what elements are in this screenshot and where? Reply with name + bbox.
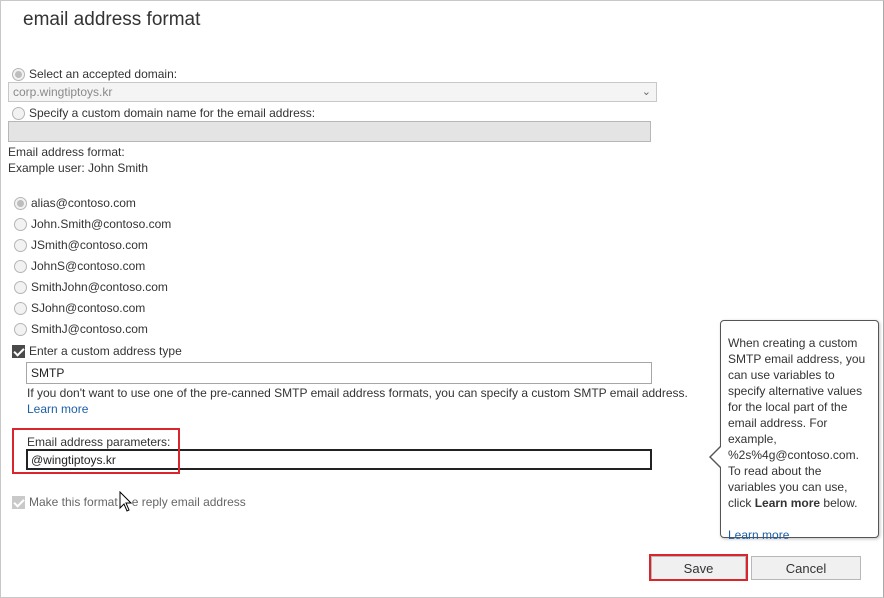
format-option-label: SJohn@contoso.com	[31, 301, 146, 315]
cancel-button[interactable]: Cancel	[751, 556, 861, 580]
accepted-domain-radio[interactable]	[12, 67, 25, 81]
format-radio[interactable]	[14, 238, 27, 252]
format-option[interactable]: alias@contoso.com	[14, 196, 136, 210]
custom-domain-input[interactable]	[8, 121, 651, 142]
learn-more-link[interactable]: Learn more	[27, 402, 88, 416]
format-option-label: John.Smith@contoso.com	[31, 217, 172, 231]
format-option-label: SmithJohn@contoso.com	[31, 280, 168, 294]
format-radio[interactable]	[14, 217, 27, 231]
custom-help-text: If you don't want to use one of the pre-…	[27, 386, 688, 400]
format-option-label: JSmith@contoso.com	[31, 238, 148, 252]
format-radio[interactable]	[14, 196, 27, 210]
callout-bold-text: Learn more	[754, 496, 821, 510]
format-radio[interactable]	[14, 259, 27, 273]
custom-domain-radio[interactable]	[12, 106, 25, 120]
custom-domain-option[interactable]: Specify a custom domain name for the ema…	[12, 106, 315, 120]
format-radio[interactable]	[14, 322, 27, 336]
format-option[interactable]: JSmith@contoso.com	[14, 238, 148, 252]
custom-type-input[interactable]: SMTP	[26, 362, 652, 384]
mouse-cursor-icon	[119, 491, 133, 512]
custom-address-option[interactable]: Enter a custom address type	[12, 344, 182, 358]
format-option[interactable]: SJohn@contoso.com	[14, 301, 145, 315]
format-radio[interactable]	[14, 301, 27, 315]
format-option-label: JohnS@contoso.com	[31, 259, 146, 273]
help-callout: When creating a custom SMTP email addres…	[709, 320, 879, 542]
reply-address-label-start: Make this format	[29, 495, 118, 509]
format-option-label: SmithJ@contoso.com	[31, 322, 148, 336]
chevron-down-icon: ⌄	[641, 86, 651, 98]
format-option[interactable]: SmithJ@contoso.com	[14, 322, 148, 336]
format-option[interactable]: John.Smith@contoso.com	[14, 217, 171, 231]
save-highlight	[649, 554, 748, 581]
accepted-domain-value: corp.wingtiptoys.kr	[13, 85, 113, 99]
example-user: Example user: John Smith	[8, 161, 149, 175]
format-option[interactable]: JohnS@contoso.com	[14, 259, 145, 273]
params-highlight	[12, 428, 180, 474]
format-option[interactable]: SmithJohn@contoso.com	[14, 280, 168, 294]
format-heading: Email address format:	[8, 145, 125, 159]
callout-text: When creating a custom SMTP email addres…	[728, 336, 866, 510]
custom-address-checkbox[interactable]	[12, 344, 25, 358]
accepted-domain-label: Select an accepted domain:	[29, 67, 178, 81]
format-option-label: alias@contoso.com	[31, 196, 136, 210]
callout-text-end: below.	[823, 496, 858, 510]
format-radio[interactable]	[14, 280, 27, 294]
reply-address-label-end: e reply email address	[131, 495, 246, 509]
accepted-domain-option[interactable]: Select an accepted domain:	[12, 67, 177, 81]
reply-address-checkbox[interactable]	[12, 495, 25, 509]
accepted-domain-select[interactable]: corp.wingtiptoys.kr ⌄	[8, 82, 657, 102]
dialog-title: email address format	[23, 9, 201, 30]
callout-learn-more-link[interactable]: Learn more	[728, 528, 789, 542]
custom-address-label: Enter a custom address type	[29, 344, 182, 358]
callout-pointer-fill	[711, 446, 722, 468]
custom-domain-label: Specify a custom domain name for the ema…	[29, 106, 316, 120]
